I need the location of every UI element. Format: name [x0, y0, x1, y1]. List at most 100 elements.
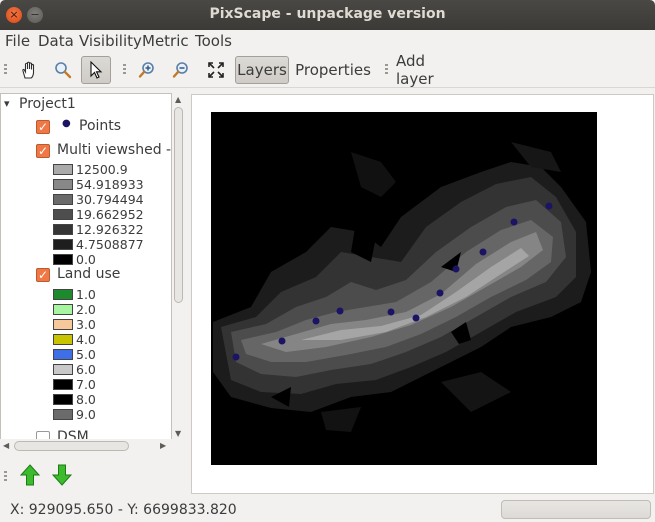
- scroll-left-arrow-icon[interactable]: ◀: [3, 441, 9, 450]
- legend-label: 4.0: [76, 332, 96, 347]
- layer-tree[interactable]: ▾ Project1 ✓ ● Points ✓ Multi viewshed -…: [0, 93, 172, 441]
- legend-swatch: [53, 239, 73, 250]
- layer-row-land-use[interactable]: ✓ Land use: [1, 265, 171, 287]
- legend-swatch: [53, 394, 73, 405]
- legend-swatch: [53, 379, 73, 390]
- viewpoint-marker[interactable]: [232, 353, 240, 361]
- add-layer-button-label: Add layer: [396, 52, 434, 88]
- zoom-out-icon: [172, 62, 188, 78]
- legend-label: 2.0: [76, 302, 96, 317]
- fullscreen-icon: [208, 62, 224, 78]
- viewpoint-marker[interactable]: [412, 314, 420, 322]
- move-layer-down-button[interactable]: [50, 463, 74, 487]
- select-button[interactable]: [81, 56, 111, 84]
- map-view[interactable]: [191, 94, 654, 494]
- zoom-button[interactable]: [50, 56, 76, 84]
- arrow-up-icon: [19, 464, 41, 486]
- legend-swatch: [53, 254, 73, 265]
- layer-row-points[interactable]: ✓ ● Points: [1, 117, 171, 139]
- legend-swatch: [53, 364, 73, 375]
- progress-bar: [501, 500, 651, 519]
- layer-checkbox-multi-viewshed[interactable]: ✓: [36, 144, 50, 158]
- arrow-down-icon: [51, 464, 73, 486]
- properties-button-label: Properties: [295, 61, 371, 79]
- hand-icon: [22, 61, 35, 79]
- scroll-up-arrow-icon[interactable]: ▲: [175, 95, 181, 104]
- viewpoint-marker[interactable]: [452, 265, 460, 273]
- viewpoint-marker[interactable]: [436, 289, 444, 297]
- legend-swatch: [53, 209, 73, 220]
- legend-swatch: [53, 409, 73, 420]
- viewpoint-marker[interactable]: [479, 248, 487, 256]
- layers-button[interactable]: Layers: [235, 56, 289, 84]
- legend-label: 6.0: [76, 362, 96, 377]
- viewpoint-marker[interactable]: [545, 202, 553, 210]
- toolbar-grip[interactable]: [123, 64, 126, 76]
- move-layer-up-button[interactable]: [18, 463, 42, 487]
- toolbar-grip[interactable]: [385, 64, 388, 76]
- legend-label: 9.0: [76, 407, 96, 422]
- project-label: Project1: [19, 96, 76, 112]
- legend-label: 12.926322: [76, 222, 144, 237]
- pointer-icon: [90, 60, 103, 79]
- layer-checkbox-land-use[interactable]: ✓: [36, 268, 50, 282]
- title-bar: × − PixScape - unpackage version: [0, 0, 655, 30]
- menu-tools[interactable]: Tools: [195, 32, 232, 50]
- legend-label: 12500.9: [76, 162, 128, 177]
- layer-row-multi-viewshed[interactable]: ✓ Multi viewshed -: [1, 141, 171, 163]
- zoom-in-button[interactable]: [134, 56, 160, 84]
- menu-visibility[interactable]: Visibility: [79, 32, 142, 50]
- scroll-right-arrow-icon[interactable]: ▶: [160, 441, 166, 450]
- legend-swatch: [53, 164, 73, 175]
- menu-file[interactable]: File: [5, 32, 30, 50]
- legend-swatch: [53, 349, 73, 360]
- scrollbar-thumb[interactable]: [174, 107, 183, 303]
- properties-button[interactable]: Properties: [294, 56, 372, 84]
- point-symbol-icon: ●: [62, 118, 71, 129]
- scrollbar-thumb[interactable]: [14, 441, 129, 451]
- viewpoint-marker[interactable]: [387, 308, 395, 316]
- layer-label-land-use: Land use: [57, 266, 121, 282]
- map-canvas[interactable]: [211, 112, 597, 465]
- window-title: PixScape - unpackage version: [209, 6, 446, 22]
- layer-label-points: Points: [79, 118, 122, 134]
- toolbar: Layers Properties Add layer: [0, 52, 655, 88]
- legend-swatch: [53, 304, 73, 315]
- viewpoint-marker[interactable]: [336, 307, 344, 315]
- viewpoint-marker[interactable]: [312, 317, 320, 325]
- legend-label: 8.0: [76, 392, 96, 407]
- viewpoint-marker[interactable]: [278, 337, 286, 345]
- legend-swatch: [53, 334, 73, 345]
- legend-label: 3.0: [76, 317, 96, 332]
- menu-metric[interactable]: Metric: [142, 32, 189, 50]
- scroll-down-arrow-icon[interactable]: ▼: [175, 429, 181, 438]
- layer-label-multi-viewshed: Multi viewshed -: [57, 142, 172, 158]
- status-bar: X: 929095.650 - Y: 6699833.820: [0, 498, 655, 522]
- layers-button-label: Layers: [237, 61, 287, 79]
- add-layer-button[interactable]: Add layer: [396, 52, 466, 88]
- legend-label: 4.7508877: [76, 237, 144, 252]
- zoom-in-icon: [138, 62, 154, 78]
- pan-button[interactable]: [16, 56, 42, 84]
- menu-bar: File Data Visibility Metric Tools: [0, 30, 655, 52]
- expand-arrow-icon[interactable]: ▾: [4, 97, 10, 110]
- layers-panel: ▾ Project1 ✓ ● Points ✓ Multi viewshed -…: [0, 89, 190, 492]
- zoom-out-button[interactable]: [168, 56, 194, 84]
- legend-label: 54.918933: [76, 177, 144, 192]
- layer-checkbox-points[interactable]: ✓: [36, 120, 50, 134]
- toolbar-grip[interactable]: [4, 64, 7, 76]
- legend-swatch: [53, 194, 73, 205]
- legend-label: 30.794494: [76, 192, 144, 207]
- tree-horizontal-scrollbar[interactable]: ◀ ▶: [0, 439, 185, 453]
- tree-vertical-scrollbar[interactable]: ▲ ▼: [172, 93, 185, 441]
- points-layer: [232, 202, 553, 361]
- legend-swatch: [53, 224, 73, 235]
- legend-label: 1.0: [76, 287, 96, 302]
- panel-grip[interactable]: [4, 471, 7, 483]
- viewpoint-marker[interactable]: [510, 218, 518, 226]
- legend-label: 5.0: [76, 347, 96, 362]
- legend-swatch: [53, 319, 73, 330]
- menu-data[interactable]: Data: [38, 32, 74, 50]
- zoom-extent-button[interactable]: [203, 56, 229, 84]
- legend-label: 7.0: [76, 377, 96, 392]
